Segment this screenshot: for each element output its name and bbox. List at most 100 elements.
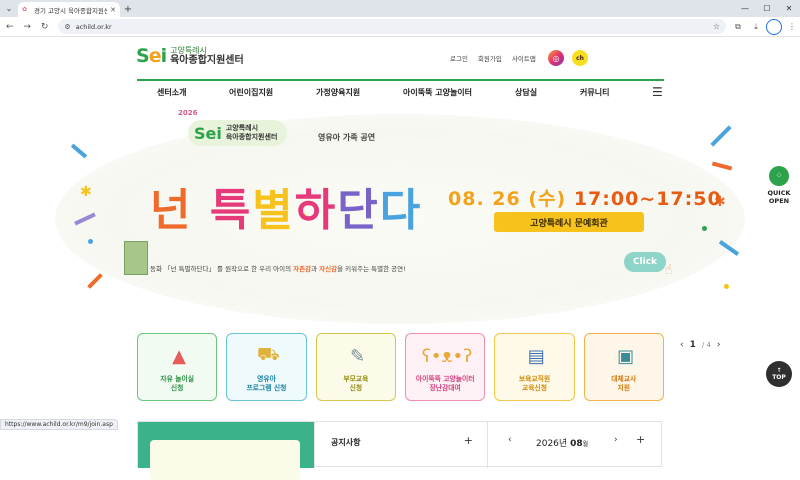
kakao-channel-icon[interactable]: ch (572, 50, 588, 66)
scroll-top-button[interactable]: ↑ TOP (766, 361, 792, 387)
forward-icon[interactable]: → (19, 19, 34, 35)
confetti-deco (724, 284, 729, 289)
sitemap-link[interactable]: 사이트맵 (512, 53, 536, 63)
reload-icon[interactable]: ↻ (37, 19, 52, 35)
chevron-left-icon[interactable]: ‹ (680, 340, 684, 350)
login-link[interactable]: 로그인 (450, 53, 468, 63)
calendar-more-button[interactable]: + (636, 433, 645, 446)
confetti-deco (710, 125, 732, 147)
promo-image[interactable] (138, 422, 314, 480)
promo-card (150, 440, 300, 480)
banner-logo-line2: 육아종합지원센터 (225, 133, 278, 141)
quick-button-program[interactable]: ⛟ 영유아 프로그램 신청 (226, 333, 307, 401)
calendar-year-month: 2026년 08월 (536, 439, 589, 449)
quick-button-parent-edu[interactable]: ✎ 부모교육 신청 (315, 333, 396, 401)
banner-time: 17:00~17:50 (573, 188, 722, 210)
banner-logo: Sei 고양특례시 육아종합지원센터 (188, 120, 288, 146)
confetti-deco (702, 226, 707, 231)
quick-buttons: ▲ 자유 놀이실 신청 ⛟ 영유아 프로그램 신청 ✎ 부모교육 신청 ʕ•ᴥ•ʔ 아… (137, 333, 664, 401)
close-icon[interactable]: ✕ (110, 6, 116, 14)
banner-title-char: 하 (294, 185, 338, 236)
site-favicon-icon: ✿ (22, 5, 28, 13)
back-icon[interactable]: ← (2, 19, 17, 35)
banner-click-button[interactable]: Click (624, 252, 666, 272)
main-nav: 센터소개 어린이집지원 가정양육지원 아이뚝뚝 고양놀이터 상담실 커뮤니티 ☰ (137, 81, 664, 103)
calendar-next-icon[interactable]: › (614, 435, 618, 445)
confetti-deco (70, 143, 88, 159)
minimize-icon[interactable]: — (734, 0, 756, 17)
confetti-deco (88, 239, 93, 244)
banner-title-char: 특 (209, 185, 253, 236)
new-tab-icon[interactable]: + (120, 2, 136, 17)
browser-toolbar: ← → ↻ ⚙ achild.or.kr ☆ ⧉ ⤓ ⋮ (0, 17, 800, 37)
top-links: 로그인 회원가입 사이트맵 (450, 53, 536, 63)
confetti-deco: ✱ (80, 184, 92, 200)
banner-date: 08. 26 (수) 17:00~17:50 (448, 184, 722, 211)
quick-open-button[interactable]: ⁘ QUICK OPEN (765, 166, 793, 205)
calendar-panel: ‹ 2026년 08월 › + (488, 422, 663, 468)
quick-button-free-play[interactable]: ▲ 자유 놀이실 신청 (137, 333, 218, 401)
nav-home-parenting[interactable]: 가정양육지원 (316, 87, 360, 98)
window-controls: — ☐ ✕ (734, 0, 800, 17)
address-bar[interactable]: ⚙ achild.or.kr ☆ (58, 19, 726, 34)
banner-title-char: 다 (379, 185, 423, 236)
main-banner[interactable]: ✱ ★ ✱ 2026 Sei 고양특례시 육아종합지원센터 영유아 가족 공연 … (0, 104, 800, 326)
browser-menu-icon[interactable]: ⋮ (784, 19, 800, 35)
arrow-up-icon: ↑ (776, 367, 782, 374)
signup-link[interactable]: 회원가입 (478, 53, 502, 63)
bottom-section: 공지사항 + ‹ 2026년 08월 › + (137, 421, 663, 480)
dots-grid-icon: ⁘ (769, 166, 789, 186)
clipboard-icon: ✎ (350, 345, 366, 367)
banner-title-char (192, 185, 209, 236)
notice-title: 공지사항 (331, 438, 361, 447)
nav-playground[interactable]: 아이뚝뚝 고양놀이터 (403, 87, 472, 98)
confetti-deco (711, 161, 733, 171)
nav-center-intro[interactable]: 센터소개 (157, 87, 186, 98)
nav-community[interactable]: 커뮤니티 (580, 87, 609, 98)
banner-year: 2026 (178, 109, 198, 117)
banner-description: 동화 「넌 특별하단다」 를 원작으로 한 우리 아이의 자존감과 자신감을 키… (150, 265, 406, 273)
instagram-icon[interactable]: ◎ (548, 50, 564, 66)
banner-title-char: 별 (252, 185, 295, 236)
bookmark-star-icon[interactable]: ☆ (713, 22, 720, 31)
teddy-bear-icon: ʕ•ᴥ•ʔ (421, 345, 473, 367)
browser-tabbar: ⌄ ✿ 경기 고양시 육아종합지원센터 ✕ + — ☐ ✕ (0, 0, 800, 17)
hamburger-menu-icon[interactable]: ☰ (652, 85, 663, 99)
window-close-icon[interactable]: ✕ (778, 0, 800, 17)
banner-title-char: 단 (337, 185, 380, 236)
pointing-hand-icon: ☝ (664, 262, 673, 278)
site-page: Sei 고양특례시 육아종합지원센터 로그인 회원가입 사이트맵 ◎ ch 센터… (0, 37, 800, 480)
tab-list-icon[interactable]: ⌄ (0, 0, 18, 17)
maximize-icon[interactable]: ☐ (756, 0, 778, 17)
sns-links: ◎ ch (548, 50, 588, 66)
quick-button-substitute-teacher[interactable]: ▣ 대체교사 지원 (583, 333, 664, 401)
nav-counseling[interactable]: 상담실 (515, 87, 537, 98)
extensions-icon[interactable]: ⧉ (730, 19, 746, 35)
nav-daycare-support[interactable]: 어린이집지원 (229, 87, 273, 98)
notice-panel: 공지사항 + (314, 422, 488, 468)
banner-place: 고양특례시 문예회관 (494, 212, 644, 232)
banner-logo-mark: Sei (194, 123, 222, 143)
download-icon[interactable]: ⤓ (748, 19, 764, 35)
quick-button-toy-rental[interactable]: ʕ•ᴥ•ʔ 아이뚝뚝 고양놀이터 장난감대여 (404, 333, 486, 401)
chevron-right-icon[interactable]: › (717, 340, 721, 350)
pager-current: 1 (689, 340, 696, 350)
calendar-prev-icon[interactable]: ‹ (508, 435, 512, 445)
banner-subtitle: 영유아 가족 공연 (318, 133, 376, 142)
tab-title: 경기 고양시 육아종합지원센터 (34, 6, 108, 15)
quick-button-staff-edu[interactable]: ▤ 보육교직원 교육신청 (494, 333, 575, 401)
browser-tab[interactable]: ✿ 경기 고양시 육아종합지원센터 ✕ (18, 2, 120, 17)
banner-pager: ‹ 1 / 4 › (680, 340, 721, 350)
site-info-icon[interactable]: ⚙ (64, 23, 70, 31)
pager-total: / 4 (701, 341, 711, 349)
banner-date-text: 08. 26 (수) (448, 188, 567, 210)
status-bar: https://www.achild.or.kr/m9/join.asp (0, 419, 118, 430)
site-logo[interactable]: Sei 고양특례시 육아종합지원센터 (136, 45, 244, 67)
profile-icon[interactable] (766, 18, 782, 35)
banner-logo-line1: 고양특례시 (225, 124, 259, 132)
teacher-board-icon: ▣ (617, 345, 635, 367)
notice-more-button[interactable]: + (464, 434, 473, 447)
book-image (124, 241, 148, 275)
url-text[interactable]: achild.or.kr (76, 23, 708, 31)
book-icon: ▤ (527, 345, 545, 367)
